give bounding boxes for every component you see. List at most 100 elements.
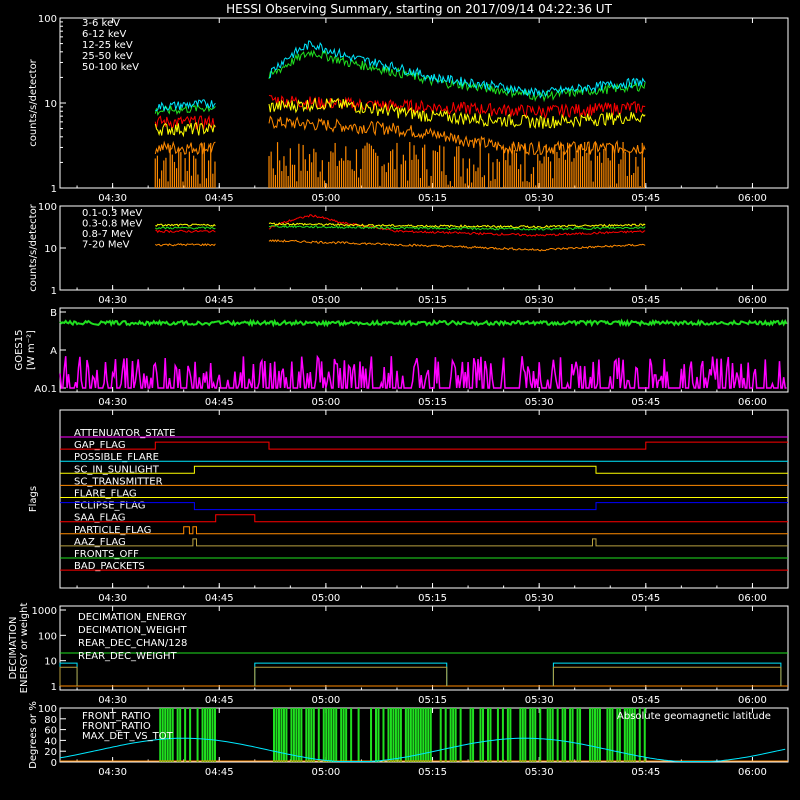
- x-tick-label: 05:30: [525, 593, 554, 604]
- x-tick-label: 04:45: [205, 593, 234, 604]
- y-tick-label: A0.1: [34, 384, 57, 395]
- y-tick-label: 1000: [32, 606, 57, 617]
- legend-entry: 7-20 MeV: [82, 240, 130, 251]
- panel-flags: 04:30 04:45 05:00 05:15 05:30 05:45 06:00 Flags…: [28, 409, 789, 604]
- y-axis-label: counts/s/detector: [28, 203, 39, 291]
- x-tick-label: 05:00: [311, 193, 340, 204]
- y-tick-label: 60: [44, 726, 57, 737]
- legend-entry: 0.8-7 MeV: [82, 229, 133, 240]
- legend-entry: 25-50 keV: [82, 51, 133, 62]
- flag-line: [60, 502, 788, 511]
- series-rear-dec-chan: [552, 662, 782, 686]
- y-tick-label: 0: [51, 758, 57, 769]
- x-tick-label: 05:15: [418, 593, 447, 604]
- x-tick-label: 06:00: [738, 193, 767, 204]
- legend-entry: 12-25 keV: [82, 40, 133, 51]
- y-axis-unit: [W m⁻²]: [26, 330, 37, 370]
- series-goes-short: [59, 354, 787, 389]
- x-tick-label: 04:45: [205, 295, 234, 306]
- flag-line: [60, 441, 788, 450]
- panel-hxr: 04:30 04:45 05:00 05:15 05:30 05:45 06:00 count…: [28, 14, 789, 204]
- y-tick-label: 20: [44, 747, 57, 758]
- x-tick-label: 04:45: [205, 397, 234, 408]
- y-tick-label: 1: [51, 286, 57, 297]
- x-tick-label: 04:45: [205, 193, 234, 204]
- x-tick-label: 05:00: [311, 397, 340, 408]
- x-tick-label: 04:30: [98, 295, 127, 306]
- panel-decimation: 04:30 04:45 05:00 05:15 05:30 05:45 06:00 DECIM…: [8, 603, 789, 706]
- panel-ratio: 04:30 04:45 05:00 05:15 05:30 05:45 06:00Degre…: [28, 701, 789, 778]
- y-tick-label: 100: [38, 631, 57, 642]
- y-tick-label: 80: [44, 715, 57, 726]
- legend-entry: 0.3-0.8 MeV: [82, 219, 142, 230]
- x-tick-label: 06:00: [738, 397, 767, 408]
- x-tick-label: 06:00: [738, 767, 767, 778]
- flag-line: [60, 514, 788, 523]
- x-tick-label: 05:30: [525, 193, 554, 204]
- series-12-25-kev: [154, 97, 646, 138]
- x-tick-label: 05:15: [418, 767, 447, 778]
- x-tick-label: 05:00: [311, 767, 340, 778]
- series-0-3-0-8-mev: [155, 239, 646, 252]
- panel-gamma: 04:30 04:45 05:00 05:15 05:30 05:45 06:00 count…: [28, 202, 789, 306]
- x-tick-label: 05:00: [311, 295, 340, 306]
- panel-frame: [59, 17, 789, 189]
- series-rear-dec-chan: [254, 662, 448, 686]
- y-tick-label: 100: [38, 202, 57, 213]
- plot-title: HESSI Observing Summary, starting on 201…: [226, 2, 612, 16]
- x-tick-label: 06:00: [738, 593, 767, 604]
- x-tick-label: 05:45: [631, 695, 660, 706]
- x-tick-label: 05:30: [525, 767, 554, 778]
- x-tick-label: 05:45: [631, 767, 660, 778]
- legend-entry: MAX_DET_VS_TOT: [82, 731, 174, 742]
- series-rear-dec-chan: [59, 662, 78, 686]
- legend-entry: DECIMATION_WEIGHT: [78, 625, 187, 636]
- x-tick-label: 05:45: [631, 193, 660, 204]
- x-tick-label: 05:30: [525, 695, 554, 706]
- x-tick-label: 04:30: [98, 397, 127, 408]
- y-tick-label: 10: [44, 244, 57, 255]
- y-tick-label: B: [50, 308, 57, 319]
- legend-entry: REAR_DEC_CHAN/128: [78, 638, 187, 649]
- x-tick-label: 06:00: [738, 695, 767, 706]
- flag-line: [60, 465, 788, 474]
- series-rear-dec-weight: [552, 666, 782, 686]
- x-tick-label: 04:30: [98, 767, 127, 778]
- x-tick-label: 05:15: [418, 193, 447, 204]
- hessi-summary: HESSI Observing Summary, starting on 201…: [0, 0, 800, 800]
- legend-entry: Absolute geomagnetic latitude: [617, 711, 771, 722]
- legend-entry: 6-12 keV: [82, 29, 126, 40]
- legend-entry: 0.1-0.3 MeV: [82, 208, 142, 219]
- x-tick-label: 05:45: [631, 593, 660, 604]
- x-tick-label: 04:30: [98, 193, 127, 204]
- x-tick-label: 05:15: [418, 295, 447, 306]
- summary-plot: HESSI Observing Summary, starting on 201…: [8, 2, 789, 778]
- y-tick-label: 40: [44, 736, 57, 747]
- panels-layer: 04:30 04:45 05:00 05:15 05:30 05:45 06:00 count…: [8, 14, 789, 778]
- series-0-8-7-mev: [155, 222, 646, 229]
- legend-entry: REAR_DEC_WEIGHT: [78, 651, 177, 662]
- x-tick-label: 06:00: [738, 295, 767, 306]
- panel-frame: [59, 205, 789, 291]
- y-axis-label: Flags: [28, 486, 39, 512]
- series-rear-dec-weight: [59, 666, 78, 686]
- y-tick-label: 100: [38, 704, 57, 715]
- flag-line: [60, 526, 788, 535]
- y-axis-label: GOES15: [14, 329, 25, 370]
- legend-entry: 50-100 keV: [82, 62, 139, 73]
- x-tick-label: 04:30: [98, 593, 127, 604]
- y-axis-label: counts/s/detector: [28, 58, 39, 146]
- legend-entry: 3-6 keV: [82, 18, 120, 29]
- y-axis-label-2: ENERGY or weight: [19, 603, 30, 694]
- y-tick-label: 1: [51, 682, 57, 693]
- y-tick-label: 1: [51, 184, 57, 195]
- x-tick-label: 05:30: [525, 397, 554, 408]
- x-tick-label: 05:45: [631, 397, 660, 408]
- series-25-50-kev: [154, 49, 646, 116]
- legend-entry: DECIMATION_ENERGY: [78, 612, 187, 623]
- series-rear-dec-weight: [254, 666, 448, 686]
- x-tick-label: 04:45: [205, 695, 234, 706]
- x-tick-label: 05:15: [418, 397, 447, 408]
- x-tick-label: 04:30: [98, 695, 127, 706]
- y-tick-label: 10: [44, 657, 57, 668]
